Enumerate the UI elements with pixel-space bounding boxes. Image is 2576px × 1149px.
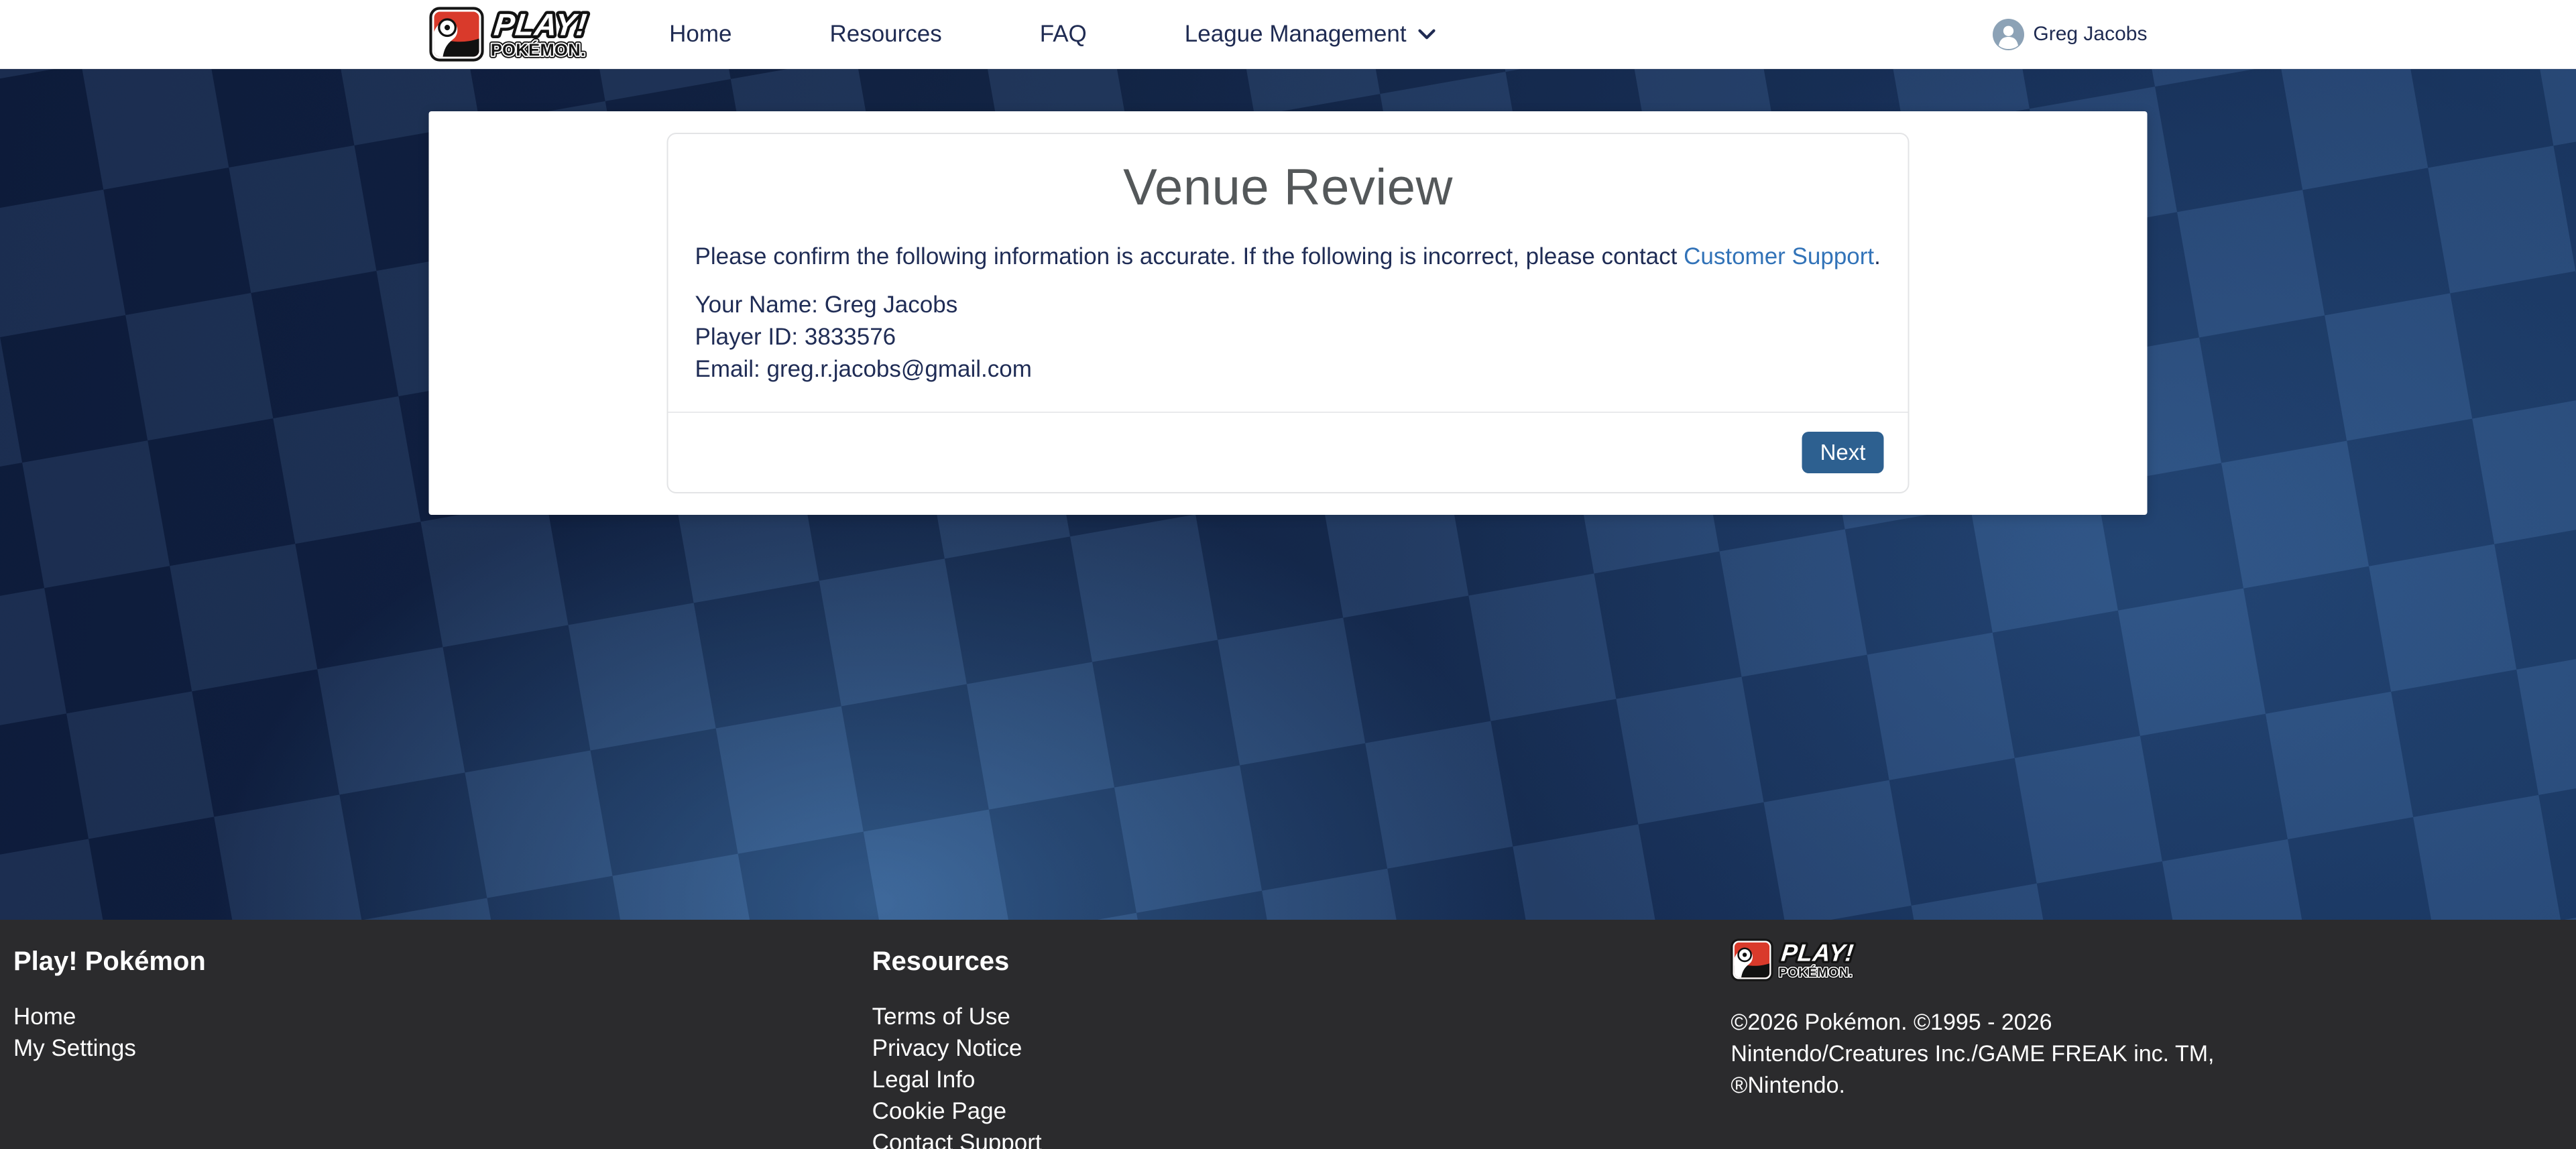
intro-text: Please confirm the following information… [695,243,1684,269]
card-body: Venue Review Please confirm the followin… [668,134,1908,412]
nav-link-home[interactable]: Home [669,21,731,48]
svg-text:POKÉMON.: POKÉMON. [1779,965,1853,980]
customer-support-link[interactable]: Customer Support [1684,243,1874,269]
page-title: Venue Review [695,158,1881,217]
footer-heading-play-pokemon: Play! Pokémon [13,947,859,977]
nav-link-label: League Management [1185,21,1407,48]
pokemon-wordmark: POKÉMON. POKÉMON. POKÉMON. [490,40,585,60]
svg-text:POKÉMON.: POKÉMON. [490,40,585,60]
footer-column-play-pokemon: Play! Pokémon Home My Settings [0,936,859,1149]
page-footer: Play! Pokémon Home My Settings Resources… [0,920,2576,1149]
user-menu[interactable]: Greg Jacobs [1993,19,2147,50]
copyright-line-2: Nintendo/Creatures Inc./GAME FREAK inc. … [1731,1038,2576,1070]
copyright-line-3: ®Nintendo. [1731,1070,2576,1101]
footer-link-privacy-notice[interactable]: Privacy Notice [872,1032,1718,1064]
pokemon-wordmark: POKÉMON. POKÉMON. POKÉMON. [1779,965,1853,980]
venue-review-card: Venue Review Please confirm the followin… [667,133,1910,493]
field-value: greg.r.jacobs@gmail.com [766,356,1031,382]
footer-link-cookie-page[interactable]: Cookie Page [872,1095,1718,1127]
main-nav: Home Resources FAQ League Management [669,21,1436,48]
navbar-container: PLAY! PLAY! POKÉMON. POKÉMON. POKÉMON. H… [429,0,2148,68]
footer-link-terms-of-use[interactable]: Terms of Use [872,1001,1718,1032]
nav-link-faq[interactable]: FAQ [1040,21,1087,48]
content-panel: Venue Review Please confirm the followin… [429,111,2148,515]
next-button[interactable]: Next [1802,432,1884,473]
copyright-line-1: ©2026 Pokémon. ©1995 - 2026 [1731,1007,2576,1038]
pokeball-badge-icon [430,8,482,60]
info-line-player-id: Player ID: 3833576 [695,321,1881,353]
field-value: 3833576 [805,324,896,350]
field-label: Email: [695,356,760,382]
user-avatar-icon [1993,19,2024,50]
footer-link-contact-support[interactable]: Contact Support [872,1127,1718,1149]
top-navbar: PLAY! PLAY! POKÉMON. POKÉMON. POKÉMON. H… [0,0,2576,69]
player-info-block: Your Name: Greg Jacobs Player ID: 383357… [695,289,1881,385]
confirmation-text: Please confirm the following information… [695,243,1881,270]
pokeball-badge-icon [1732,940,1772,980]
play-pokemon-logo[interactable]: PLAY! PLAY! POKÉMON. POKÉMON. POKÉMON. [429,7,611,62]
svg-text:PLAY!: PLAY! [1780,939,1855,966]
field-label: Player ID: [695,324,799,350]
svg-text:PLAY!: PLAY! [492,7,589,42]
nav-link-resources[interactable]: Resources [829,21,941,48]
user-name: Greg Jacobs [2033,23,2147,46]
nav-link-league-management[interactable]: League Management [1185,21,1436,48]
field-value: Greg Jacobs [825,292,957,318]
card-footer: Next [668,412,1908,492]
info-line-email: Email: greg.r.jacobs@gmail.com [695,353,1881,385]
page-background: Venue Review Please confirm the followin… [0,69,2576,920]
play-wordmark: PLAY! PLAY! [492,7,589,42]
intro-suffix: . [1874,243,1881,269]
footer-link-my-settings[interactable]: My Settings [13,1032,859,1064]
footer-link-legal-info[interactable]: Legal Info [872,1064,1718,1095]
play-pokemon-logo-footer: PLAY! PLAY! POKÉMON. POKÉMON. POKÉMON. [1731,939,1872,981]
chevron-down-icon [1417,28,1436,40]
play-wordmark: PLAY! PLAY! [1780,939,1855,966]
footer-heading-resources: Resources [872,947,1718,977]
footer-column-resources: Resources Terms of Use Privacy Notice Le… [859,936,1718,1149]
info-line-name: Your Name: Greg Jacobs [695,289,1881,321]
footer-link-home[interactable]: Home [13,1001,859,1032]
field-label: Your Name: [695,292,819,318]
footer-column-brand: PLAY! PLAY! POKÉMON. POKÉMON. POKÉMON. ©… [1717,936,2576,1149]
